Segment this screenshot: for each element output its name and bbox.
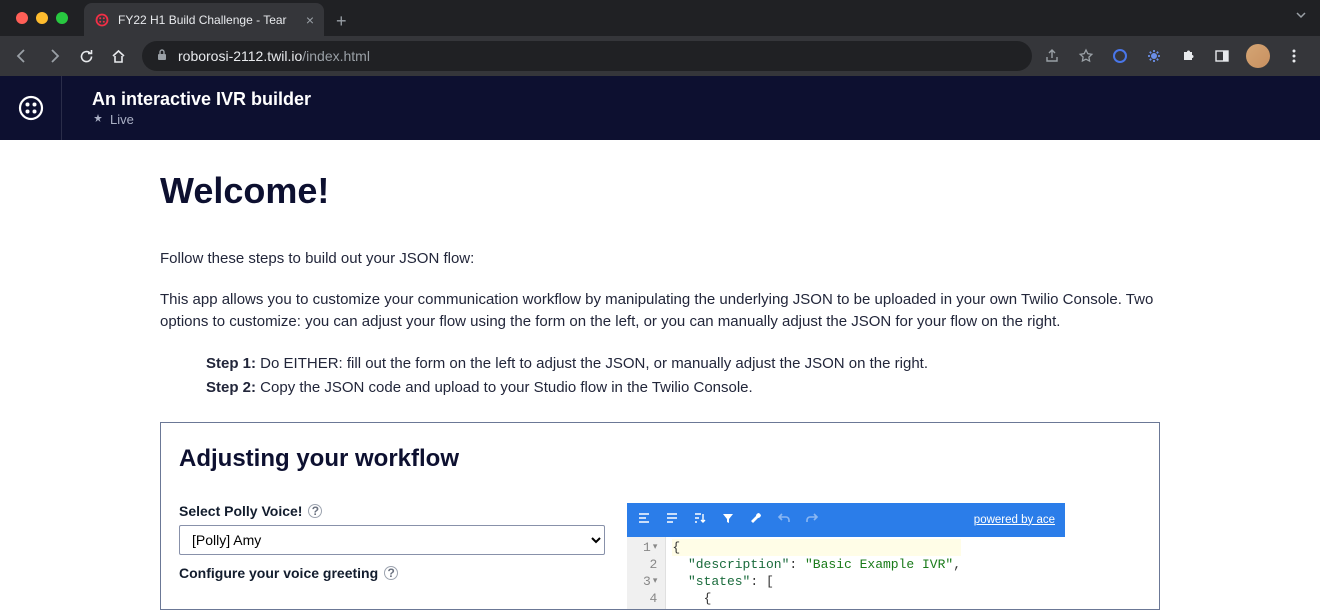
editor-toolbar: powered by ace (627, 503, 1065, 537)
editor-format-icon[interactable] (637, 511, 651, 529)
app-header: An interactive IVR builder Live (0, 76, 1320, 140)
bookmark-star-icon[interactable] (1076, 46, 1096, 66)
code-token: "description" (688, 557, 789, 572)
lock-icon (156, 48, 168, 65)
url-bar[interactable]: roborosi-2112.twil.io/index.html (142, 41, 1032, 71)
editor-sort-icon[interactable] (693, 511, 707, 529)
help-icon[interactable]: ? (308, 504, 322, 518)
line-num: 1 (643, 539, 651, 556)
editor-repair-icon[interactable] (749, 511, 763, 529)
step-1-label: Step 1: (206, 355, 256, 372)
help-icon[interactable]: ? (384, 566, 398, 580)
editor-compact-icon[interactable] (665, 511, 679, 529)
line-num: 3 (643, 573, 651, 590)
editor-code[interactable]: { "description": "Basic Example IVR", "s… (666, 537, 967, 609)
line-num: 2 (650, 556, 658, 573)
window-minimize-button[interactable] (36, 12, 48, 24)
editor-column: powered by ace 1▾ 2 3▾ 4 { "description"… (627, 503, 1065, 609)
toolbar-actions (1042, 44, 1312, 68)
editor-gutter: 1▾ 2 3▾ 4 (627, 537, 666, 609)
tabs-dropdown-icon[interactable] (1294, 8, 1308, 27)
app-logo-icon[interactable] (0, 76, 62, 140)
workflow-panel: Adjusting your workflow Select Polly Voi… (160, 422, 1160, 610)
app-title-block: An interactive IVR builder Live (62, 89, 311, 127)
extension-circle-icon[interactable] (1110, 46, 1130, 66)
greeting-field-label: Configure your voice greeting ? (179, 565, 605, 581)
browser-tab[interactable]: FY22 H1 Build Challenge - Tear × (84, 3, 324, 36)
welcome-heading: Welcome! (160, 170, 1160, 212)
forward-button[interactable] (40, 42, 68, 70)
editor-body[interactable]: 1▾ 2 3▾ 4 { "description": "Basic Exampl… (627, 537, 1065, 609)
editor-filter-icon[interactable] (721, 511, 735, 529)
home-button[interactable] (104, 42, 132, 70)
reload-button[interactable] (72, 42, 100, 70)
window-close-button[interactable] (16, 12, 28, 24)
app-status: Live (92, 112, 311, 127)
fold-icon[interactable]: ▾ (653, 539, 658, 556)
app-status-text: Live (110, 112, 134, 127)
step-2-label: Step 2: (206, 379, 256, 396)
extension-gear-icon[interactable] (1144, 46, 1164, 66)
panel-row: Select Polly Voice! ? [Polly] Amy Config… (179, 503, 1141, 609)
voice-select[interactable]: [Polly] Amy (179, 525, 605, 555)
back-button[interactable] (8, 42, 36, 70)
app-title: An interactive IVR builder (92, 89, 311, 110)
window-maximize-button[interactable] (56, 12, 68, 24)
menu-dots-icon[interactable] (1284, 46, 1304, 66)
step-2-text: Copy the JSON code and upload to your St… (256, 379, 753, 396)
editor-credit-link[interactable]: powered by ace (974, 514, 1055, 526)
page-content: Welcome! Follow these steps to build out… (0, 140, 1320, 610)
intro-line-1: Follow these steps to build out your JSO… (160, 248, 1160, 271)
intro-line-2: This app allows you to customize your co… (160, 289, 1160, 334)
profile-avatar[interactable] (1246, 44, 1270, 68)
greeting-label-text: Configure your voice greeting (179, 565, 378, 581)
editor-undo-icon[interactable] (777, 511, 791, 529)
panel-title: Adjusting your workflow (179, 445, 1141, 473)
step-2: Step 2: Copy the JSON code and upload to… (206, 376, 1160, 400)
form-column: Select Polly Voice! ? [Polly] Amy Config… (179, 503, 605, 609)
fold-icon[interactable]: ▾ (653, 573, 658, 590)
extension-puzzle-icon[interactable] (1178, 46, 1198, 66)
tab-bar: FY22 H1 Build Challenge - Tear × + (84, 0, 1320, 36)
editor-redo-icon[interactable] (805, 511, 819, 529)
step-1-text: Do EITHER: fill out the form on the left… (256, 355, 928, 372)
code-token: "states" (688, 574, 750, 589)
new-tab-button[interactable]: + (324, 6, 359, 36)
voice-field-label: Select Polly Voice! ? (179, 503, 605, 519)
browser-chrome: FY22 H1 Build Challenge - Tear × + robor… (0, 0, 1320, 76)
url-text: roborosi-2112.twil.io/index.html (178, 48, 370, 64)
live-icon (92, 112, 104, 127)
tab-close-icon[interactable]: × (306, 12, 314, 28)
step-1: Step 1: Do EITHER: fill out the form on … (206, 352, 1160, 376)
code-token: "Basic Example IVR" (805, 557, 953, 572)
editor-tools (637, 511, 819, 529)
line-num: 4 (650, 590, 658, 607)
voice-label-text: Select Polly Voice! (179, 503, 302, 519)
sidepanel-icon[interactable] (1212, 46, 1232, 66)
share-icon[interactable] (1042, 46, 1062, 66)
tab-favicon-icon (94, 12, 110, 28)
browser-toolbar: roborosi-2112.twil.io/index.html (0, 36, 1320, 76)
steps-list: Step 1: Do EITHER: fill out the form on … (160, 352, 1160, 400)
tab-title: FY22 H1 Build Challenge - Tear (118, 13, 298, 27)
code-token: { (672, 540, 680, 555)
